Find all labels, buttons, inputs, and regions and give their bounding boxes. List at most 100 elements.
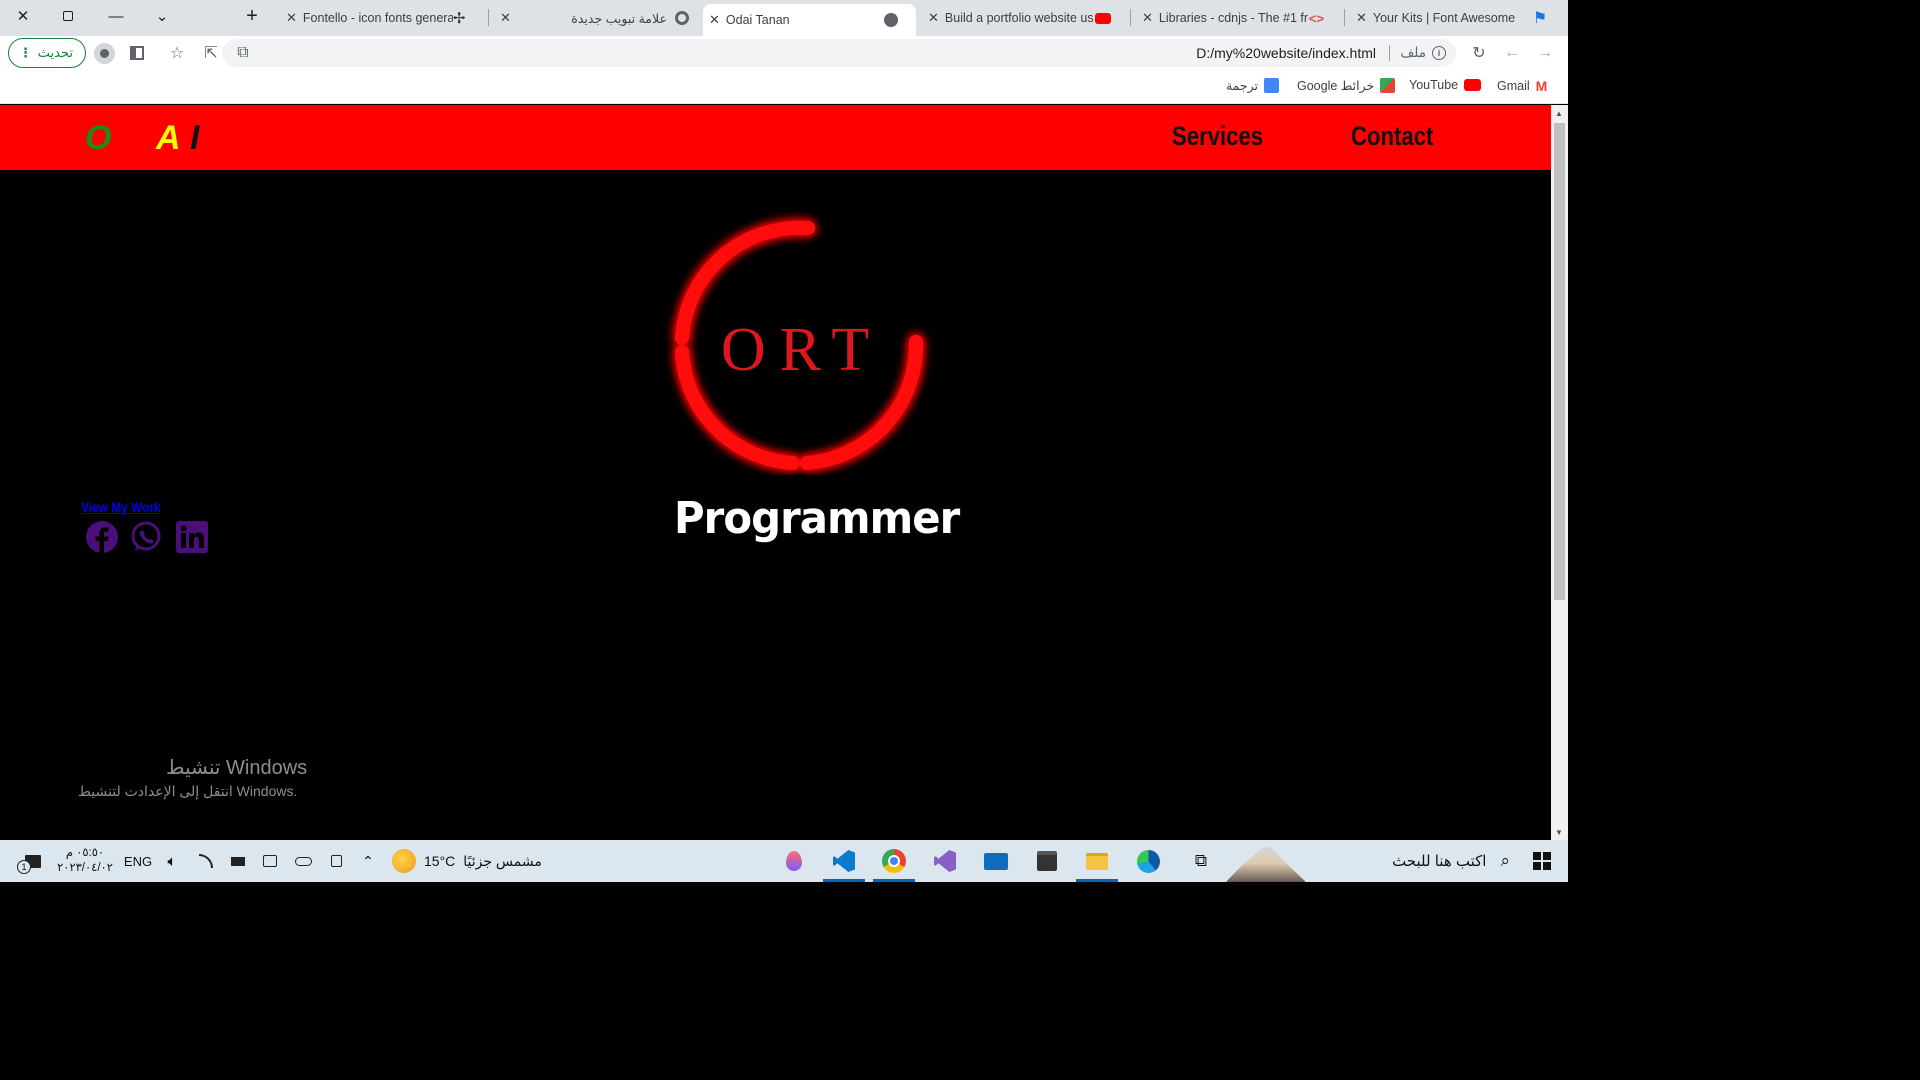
windows-activation-subtitle: انتقل إلى الإعدادت لتنشيط Windows. bbox=[78, 783, 298, 799]
tab-close-icon[interactable]: ✕ bbox=[709, 12, 720, 28]
language-indicator[interactable]: ENG bbox=[122, 848, 154, 874]
youtube-favicon bbox=[1094, 12, 1111, 24]
vscode-icon[interactable] bbox=[830, 848, 858, 874]
chevron-up-icon[interactable]: ⌃ bbox=[356, 848, 380, 874]
flag-icon: ⚑ bbox=[1532, 10, 1548, 27]
logo-letter-i: I bbox=[190, 119, 200, 157]
taskbar-search-box[interactable]: اكتب هنا للبحث ⌕ bbox=[1314, 848, 1510, 874]
app-drop-icon[interactable] bbox=[780, 848, 808, 874]
logo-letter-a: A bbox=[156, 119, 181, 157]
page-scrollbar[interactable]: ▲ ▼ bbox=[1551, 105, 1568, 840]
scroll-down-arrow-icon[interactable]: ▼ bbox=[1555, 828, 1563, 837]
hero-logo-text: ORT bbox=[721, 316, 883, 384]
battery-icon[interactable] bbox=[226, 848, 250, 874]
windows-activation-title: تنشيط Windows bbox=[166, 757, 308, 779]
whatsapp-icon[interactable] bbox=[129, 520, 163, 554]
plus-icon: + bbox=[246, 4, 258, 27]
bookmark-google-maps[interactable]: Google خرائط bbox=[1297, 78, 1396, 93]
file-explorer-icon[interactable] bbox=[1083, 848, 1111, 874]
tab-close-icon[interactable]: ✕ bbox=[286, 10, 297, 26]
profile-avatar[interactable] bbox=[94, 43, 115, 64]
bookmark-translate[interactable]: ترجمة bbox=[1226, 78, 1280, 93]
reload-icon: ↻ bbox=[1472, 45, 1486, 62]
tab-close-icon[interactable]: ✕ bbox=[1356, 10, 1367, 26]
mail-icon[interactable] bbox=[982, 848, 1010, 874]
meet-now-icon[interactable] bbox=[324, 848, 348, 874]
youtube-icon bbox=[1464, 79, 1482, 91]
forward-button[interactable]: → bbox=[1534, 42, 1556, 64]
new-tab-button[interactable]: + bbox=[230, 0, 274, 32]
clock-date: ٢٠٢٣/٠٤/٠٢ bbox=[57, 862, 113, 874]
edge-icon[interactable] bbox=[1134, 848, 1162, 874]
close-window-button[interactable]: ✕ bbox=[1, 0, 45, 32]
arrow-right-icon: → bbox=[1537, 44, 1553, 61]
task-view-icon[interactable]: ⧉ bbox=[1187, 848, 1215, 874]
restore-window-button[interactable] bbox=[46, 0, 90, 32]
person-icon bbox=[100, 49, 109, 58]
nav-services-link[interactable]: Services bbox=[1172, 121, 1263, 152]
tab-search-button[interactable]: ⌄ bbox=[140, 0, 184, 32]
start-button[interactable] bbox=[1530, 848, 1554, 874]
kebab-menu-icon: ⋮ bbox=[19, 45, 32, 60]
visual-studio-icon[interactable] bbox=[931, 848, 959, 874]
windows-taskbar: 1 ٠٥:٥٠ م ٢٠٢٣/٠٤/٠٢ ENG 🔈︎ ⌃ 15°C مشمس … bbox=[0, 840, 1568, 882]
clock[interactable]: ٠٥:٥٠ م ٢٠٢٣/٠٤/٠٢ bbox=[54, 847, 116, 874]
notification-count-badge: 1 bbox=[17, 860, 31, 874]
side-panel-icon bbox=[130, 46, 144, 60]
action-center-button[interactable]: 1 bbox=[17, 848, 46, 874]
share-icon[interactable]: ⇱ bbox=[200, 42, 222, 64]
back-button[interactable]: ← bbox=[1501, 42, 1523, 64]
view-my-work-link[interactable]: View My Work bbox=[81, 499, 161, 515]
update-button[interactable]: ⋮ تحديث bbox=[8, 38, 86, 68]
tray-app-icon[interactable] bbox=[258, 848, 282, 874]
restore-icon bbox=[63, 11, 73, 21]
site-header: O A I Services Contact bbox=[0, 105, 1551, 170]
minimize-icon: — bbox=[108, 7, 124, 25]
scroll-up-arrow-icon[interactable]: ▲ bbox=[1555, 109, 1563, 118]
gmail-icon: M bbox=[1535, 78, 1548, 94]
close-icon: ✕ bbox=[16, 8, 30, 25]
tab-close-icon[interactable]: ✕ bbox=[500, 10, 511, 26]
reload-button[interactable]: ↻ bbox=[1468, 42, 1490, 64]
tab-fontello[interactable]: ✕ Fontello - icon fonts genera ✢ bbox=[280, 2, 485, 34]
store-icon[interactable] bbox=[1033, 848, 1061, 874]
hero-title: Programmer bbox=[674, 493, 960, 544]
chrome-icon[interactable] bbox=[880, 848, 908, 874]
tab-font-awesome[interactable]: ✕ Your Kits | Font Awesome bbox=[1350, 2, 1530, 34]
fontello-favicon: ✢ bbox=[452, 10, 466, 27]
tab-close-icon[interactable]: ✕ bbox=[1142, 10, 1153, 26]
web-page: O A I Services Contact ORT Programmer Vi… bbox=[0, 105, 1551, 840]
weather-widget[interactable]: 15°C مشمس جزئيًا bbox=[392, 848, 552, 874]
search-highlight-image bbox=[1226, 840, 1306, 882]
google-translate-icon bbox=[1264, 78, 1280, 93]
tab-cdnjs[interactable]: ✕ Libraries - cdnjs - The #1 fr <> bbox=[1136, 2, 1341, 34]
tab-odai-tanan[interactable]: ✕ Odai Tanan bbox=[703, 4, 916, 36]
url-scheme-label: ملف bbox=[1400, 45, 1426, 60]
tab-new-tab[interactable]: ✕ علامة تبويب جديدة bbox=[494, 2, 699, 34]
search-icon: ⌕ bbox=[1500, 851, 1510, 870]
facebook-icon[interactable] bbox=[85, 520, 119, 554]
bookmark-youtube[interactable]: YouTube bbox=[1409, 78, 1482, 92]
bookmarks-bar: ترجمة Google خرائط YouTube Gmail M bbox=[0, 70, 1568, 104]
browser-toolbar: ⋮ تحديث ☆ ⇱ ⧉ D:/my%20website/index.html… bbox=[0, 36, 1568, 70]
minimize-window-button[interactable]: — bbox=[94, 0, 138, 32]
clock-time: ٠٥:٥٠ م bbox=[65, 847, 105, 859]
wifi-icon[interactable] bbox=[194, 848, 218, 874]
site-info-icon[interactable]: i bbox=[1432, 46, 1446, 60]
nav-contact-link[interactable]: Contact bbox=[1351, 121, 1433, 152]
bookmark-star-icon[interactable]: ☆ bbox=[166, 42, 188, 64]
arrow-left-icon: ← bbox=[1504, 44, 1520, 61]
volume-icon[interactable]: 🔈︎ bbox=[160, 848, 184, 874]
tab-strip: ✕ — ⌄ + ✕ Fontello - icon fonts genera ✢… bbox=[0, 0, 1568, 36]
screen-cast-icon[interactable]: ⧉ bbox=[232, 42, 254, 64]
url-text[interactable]: D:/my%20website/index.html bbox=[1196, 45, 1376, 61]
tab-close-icon[interactable]: ✕ bbox=[928, 10, 939, 26]
tab-portfolio-youtube[interactable]: ✕ Build a portfolio website us bbox=[922, 2, 1127, 34]
onedrive-icon[interactable] bbox=[290, 848, 316, 874]
bookmark-gmail[interactable]: Gmail M bbox=[1497, 78, 1547, 94]
windows-logo-icon bbox=[1533, 852, 1551, 870]
side-panel-button[interactable] bbox=[126, 42, 148, 64]
linkedin-icon[interactable] bbox=[175, 520, 209, 554]
address-bar[interactable]: ☆ ⇱ ⧉ D:/my%20website/index.html ملف i bbox=[170, 39, 1456, 67]
scroll-thumb[interactable] bbox=[1554, 123, 1565, 600]
